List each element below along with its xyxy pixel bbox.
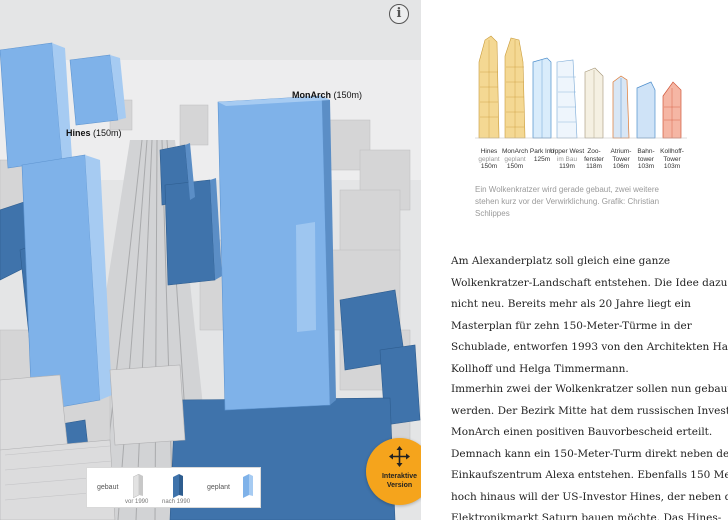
tower-park-inn	[532, 57, 552, 139]
tower-illustrations	[475, 35, 687, 139]
legend-swatch-planned	[243, 474, 253, 498]
hines-label-name: Hines	[66, 128, 91, 138]
legend-built-label: gebaut	[97, 484, 119, 491]
tower-upper-west	[556, 59, 578, 139]
tower-name-label: Kollhoff- Tower 103m	[660, 148, 684, 170]
article-paragraph-1: Am Alexanderplatz soll gleich eine ganze…	[451, 255, 728, 375]
tower-zoofenster	[584, 67, 604, 139]
tower-monarch	[504, 37, 526, 139]
hines-label-height: (150m)	[93, 128, 122, 138]
city-3d-map[interactable]: Hines (150m) MonArch (150m) i gebaut vor…	[0, 0, 421, 520]
article-column: Hines geplant 150m MonArch geplant 150m Park I…	[421, 0, 728, 520]
legend-swatch-before-1990	[133, 474, 143, 498]
monarch-map-label: MonArch (150m)	[292, 90, 362, 100]
article-paragraph-2: Immerhin zwei der Wolkenkratzer sollen n…	[451, 383, 728, 520]
legend-after-1990: nach 1990	[162, 499, 191, 505]
tower-bahntower	[636, 81, 656, 139]
monarch-tower	[217, 95, 336, 411]
tower-atrium	[612, 75, 630, 139]
move-arrows-icon	[389, 446, 410, 467]
monarch-label-height: (150m)	[333, 90, 363, 100]
monarch-label-name: MonArch	[292, 90, 331, 100]
legend-planned-label: geplant	[207, 484, 230, 491]
tower-hines	[478, 35, 500, 139]
map-scene	[0, 0, 421, 520]
skyscraper-comparison-figure: Hines geplant 150m MonArch geplant 150m Park I…	[475, 32, 703, 182]
figure-caption: Ein Wolkenkratzer wird gerade gebaut, zw…	[475, 185, 660, 218]
legend-before-1990: vor 1990	[125, 499, 149, 505]
info-icon[interactable]: i	[389, 4, 409, 24]
tower-kollhoff	[662, 81, 682, 139]
hines-map-label: Hines (150m)	[66, 128, 122, 138]
map-legend: gebaut vor 1990 nach 1990 geplant	[86, 467, 261, 508]
legend-swatch-after-1990	[173, 474, 183, 498]
